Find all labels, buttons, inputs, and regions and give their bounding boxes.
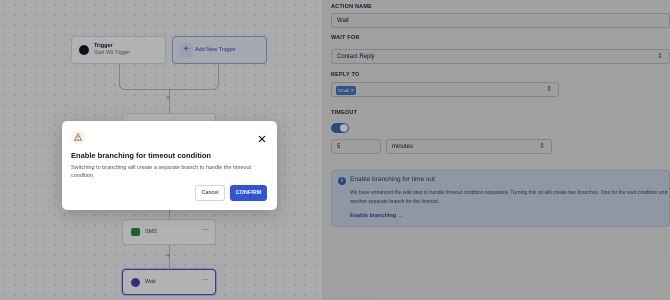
modal-description: Switching to branching will create a sep… [71,165,252,179]
branching-confirm-modal: Enable branching for timeout condition S… [62,121,277,210]
warning-icon [71,130,85,144]
close-icon[interactable] [257,131,267,143]
cancel-button[interactable]: Cancel [195,185,225,201]
confirm-button[interactable]: CONFIRM [230,185,267,201]
modal-title: Enable branching for timeout condition [71,151,211,160]
